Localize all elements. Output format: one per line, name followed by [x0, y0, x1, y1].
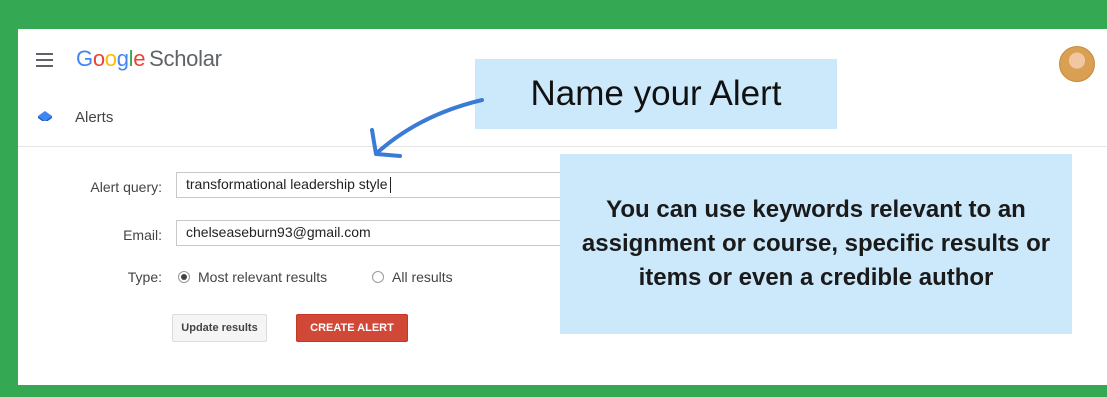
hamburger-menu-icon[interactable] [36, 53, 53, 67]
create-alert-button[interactable]: CREATE ALERT [296, 314, 408, 342]
alert-query-input[interactable]: transformational leadership style [176, 172, 576, 198]
keywords-tip-callout: You can use keywords relevant to an assi… [560, 154, 1072, 334]
radio-most-relevant-label: Most relevant results [198, 269, 328, 285]
logo-letter: o [92, 46, 105, 71]
logo-letter: o [104, 46, 117, 71]
alerts-section-title: Alerts [75, 109, 114, 126]
radio-all-results-label: All results [392, 269, 453, 285]
google-scholar-logo[interactable]: Google Scholar [76, 46, 222, 72]
radio-selected-icon [178, 271, 190, 283]
radio-all-results[interactable]: All results [372, 269, 453, 285]
user-avatar[interactable] [1059, 46, 1095, 82]
logo-scholar-text: Scholar [149, 46, 222, 71]
logo-letter: g [116, 46, 129, 71]
name-alert-callout: Name your Alert [475, 59, 837, 129]
text-cursor [389, 177, 391, 194]
email-label: Email: [123, 227, 162, 243]
radio-most-relevant[interactable]: Most relevant results [178, 269, 327, 285]
email-field[interactable]: chelseaseburn93@gmail.com [176, 220, 576, 246]
type-label: Type: [127, 269, 162, 285]
alert-query-label: Alert query: [90, 179, 162, 195]
logo-letter: e [133, 46, 146, 71]
alert-query-value: transformational leadership style [186, 176, 388, 192]
logo-letter: G [76, 46, 93, 71]
header-divider [18, 146, 1107, 147]
email-value: chelseaseburn93@gmail.com [186, 224, 371, 240]
update-results-button[interactable]: Update results [172, 314, 267, 342]
alerts-envelope-icon [38, 111, 52, 121]
radio-unselected-icon [372, 271, 384, 283]
